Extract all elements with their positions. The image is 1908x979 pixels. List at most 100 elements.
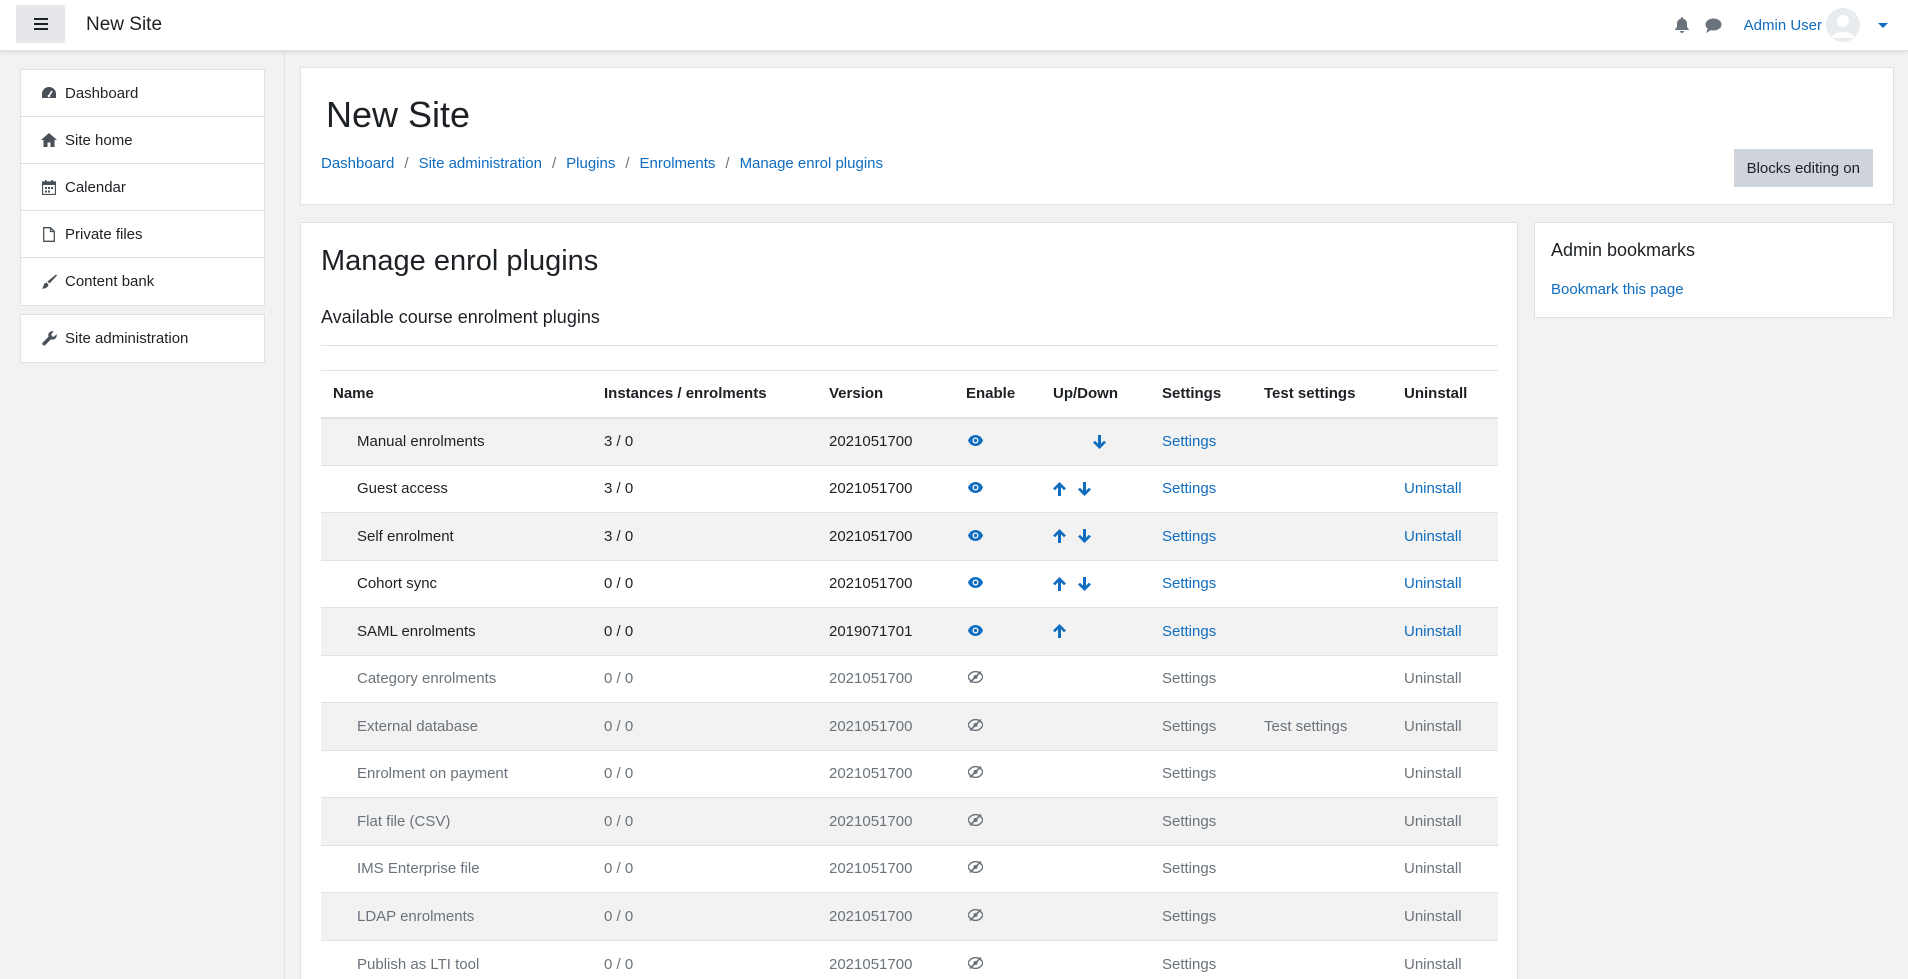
plugin-version: 2021051700: [817, 417, 954, 465]
plugin-test-settings-cell: [1252, 939, 1392, 979]
test-settings-link[interactable]: Test settings: [1264, 718, 1347, 735]
plugin-enable-toggle[interactable]: [954, 749, 1041, 798]
plugin-version: 2021051700: [817, 797, 954, 845]
arrow-down-icon[interactable]: [1093, 434, 1106, 449]
breadcrumb-plugins[interactable]: Plugins: [566, 155, 615, 172]
breadcrumb-separator: /: [551, 155, 557, 172]
settings-link[interactable]: Settings: [1162, 813, 1216, 830]
drawer-item-calendar[interactable]: Calendar: [21, 164, 264, 211]
eye-slash-icon: [967, 813, 984, 826]
arrow-up-icon[interactable]: [1053, 576, 1066, 591]
settings-link[interactable]: Settings: [1162, 528, 1216, 545]
avatar[interactable]: [1826, 8, 1860, 42]
breadcrumb-enrolments[interactable]: Enrolments: [640, 155, 716, 172]
up-down-controls: [1053, 529, 1138, 544]
uninstall-link[interactable]: Uninstall: [1404, 813, 1462, 830]
plugin-version: 2019071701: [817, 607, 954, 655]
breadcrumb-site-administration[interactable]: Site administration: [419, 155, 542, 172]
plugin-enable-toggle[interactable]: [954, 654, 1041, 703]
plugin-instances: 0 / 0: [592, 939, 817, 979]
uninstall-link[interactable]: Uninstall: [1404, 480, 1462, 497]
drawer-item-content-bank[interactable]: Content bank: [21, 258, 264, 305]
table-row: Publish as LTI tool 0 / 0 2021051700 Settin…: [321, 939, 1498, 979]
admin-bookmarks-block: Admin bookmarks Bookmark this page: [1534, 222, 1894, 318]
drawer-item-dashboard[interactable]: Dashboard: [21, 70, 264, 117]
arrow-down-icon[interactable]: [1078, 529, 1091, 544]
uninstall-link[interactable]: Uninstall: [1404, 575, 1462, 592]
plugin-test-settings-cell: Test settings: [1252, 702, 1392, 750]
uninstall-link[interactable]: Uninstall: [1404, 908, 1462, 925]
uninstall-link[interactable]: Uninstall: [1404, 623, 1462, 640]
plugin-enable-toggle[interactable]: [954, 939, 1041, 979]
drawer-item-site-home[interactable]: Site home: [21, 117, 264, 164]
uninstall-link[interactable]: Uninstall: [1404, 528, 1462, 545]
page-title: New Site: [326, 94, 471, 135]
plugin-enable-toggle[interactable]: [954, 702, 1041, 750]
uninstall-link[interactable]: Uninstall: [1404, 860, 1462, 877]
arrow-up-icon[interactable]: [1053, 624, 1066, 639]
plugin-name: Self enrolment: [321, 512, 592, 560]
bookmark-this-page-link[interactable]: Bookmark this page: [1551, 281, 1684, 298]
plugin-instances: 0 / 0: [592, 892, 817, 940]
arrow-down-icon[interactable]: [1078, 481, 1091, 496]
plugin-version: 2021051700: [817, 512, 954, 560]
plugin-version: 2021051700: [817, 702, 954, 750]
settings-link[interactable]: Settings: [1162, 718, 1216, 735]
plugin-updown: [1041, 464, 1150, 513]
blocks-editing-button[interactable]: Blocks editing on: [1733, 149, 1873, 187]
arrow-down-icon[interactable]: [1078, 576, 1091, 591]
column-header: Instances / enrolments: [592, 370, 817, 419]
plugin-updown: [1041, 417, 1150, 465]
arrow-up-icon[interactable]: [1053, 481, 1066, 496]
eye-icon: [968, 577, 983, 589]
table-row: External database 0 / 0 2021051700 Settings…: [321, 702, 1498, 750]
plugin-enable-toggle[interactable]: [954, 844, 1041, 893]
settings-link[interactable]: Settings: [1162, 623, 1216, 640]
eye-slash-icon: [967, 908, 984, 921]
drawer-item-site-administration[interactable]: Site administration: [21, 315, 264, 362]
plugin-settings-cell: Settings: [1150, 797, 1252, 845]
plugin-name: Cohort sync: [321, 559, 592, 608]
settings-link[interactable]: Settings: [1162, 765, 1216, 782]
plugin-uninstall-cell: Uninstall: [1392, 892, 1498, 940]
caret-down-icon[interactable]: [1878, 22, 1888, 28]
column-header: Name: [321, 370, 592, 419]
uninstall-link[interactable]: Uninstall: [1404, 956, 1462, 973]
plugin-enable-toggle[interactable]: [954, 512, 1041, 560]
plugin-updown: [1041, 607, 1150, 655]
column-header: Enable: [954, 370, 1041, 419]
plugin-enable-toggle[interactable]: [954, 464, 1041, 513]
uninstall-link[interactable]: Uninstall: [1404, 718, 1462, 735]
uninstall-link[interactable]: Uninstall: [1404, 765, 1462, 782]
drawer-toggle-button[interactable]: [16, 5, 65, 43]
plugin-enable-toggle[interactable]: [954, 607, 1041, 655]
column-header: Test settings: [1252, 370, 1392, 419]
plugin-name: Publish as LTI tool: [321, 939, 592, 979]
messages-button[interactable]: [1704, 15, 1724, 35]
site-name[interactable]: New Site: [86, 14, 162, 36]
settings-link[interactable]: Settings: [1162, 956, 1216, 973]
settings-link[interactable]: Settings: [1162, 670, 1216, 687]
settings-link[interactable]: Settings: [1162, 908, 1216, 925]
plugin-enable-toggle[interactable]: [954, 417, 1041, 465]
plugin-enable-toggle[interactable]: [954, 892, 1041, 940]
plugin-instances: 0 / 0: [592, 607, 817, 655]
user-menu-name[interactable]: Admin User: [1744, 17, 1822, 34]
brush-icon: [41, 274, 57, 290]
calendar-icon: [41, 179, 57, 195]
notifications-button[interactable]: [1672, 15, 1692, 35]
settings-link[interactable]: Settings: [1162, 433, 1216, 450]
drawer-item-private-files[interactable]: Private files: [21, 211, 264, 258]
plugin-enable-toggle[interactable]: [954, 559, 1041, 608]
table-row: SAML enrolments 0 / 0 2019071701 Settings Un…: [321, 607, 1498, 655]
uninstall-link[interactable]: Uninstall: [1404, 670, 1462, 687]
settings-link[interactable]: Settings: [1162, 575, 1216, 592]
plugin-enable-toggle[interactable]: [954, 797, 1041, 845]
settings-link[interactable]: Settings: [1162, 480, 1216, 497]
breadcrumb-dashboard[interactable]: Dashboard: [321, 155, 394, 172]
arrow-up-icon[interactable]: [1053, 529, 1066, 544]
settings-link[interactable]: Settings: [1162, 860, 1216, 877]
main-heading: Manage enrol plugins: [321, 245, 599, 277]
breadcrumb-manage-enrol-plugins[interactable]: Manage enrol plugins: [740, 155, 883, 172]
column-header: Version: [817, 370, 954, 419]
